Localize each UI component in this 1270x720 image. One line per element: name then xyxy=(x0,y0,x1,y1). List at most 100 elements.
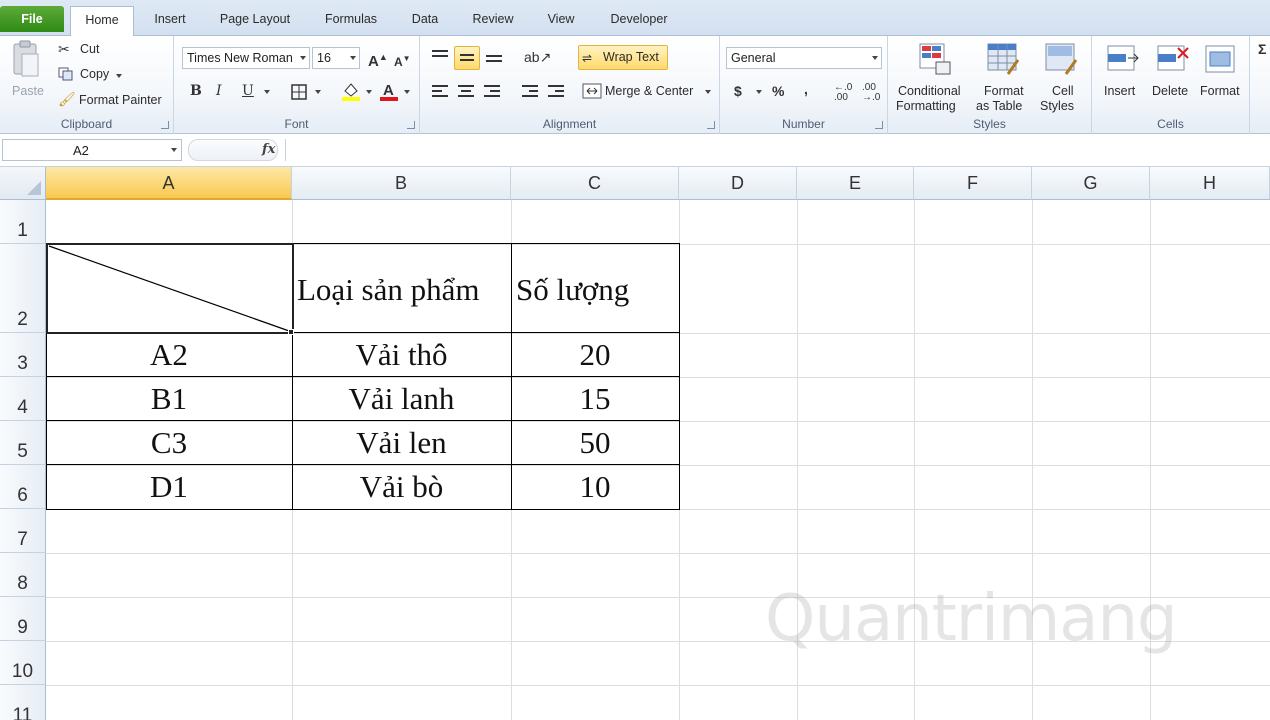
cell-c3[interactable]: 20 xyxy=(511,337,679,373)
column-header-a[interactable]: A xyxy=(46,167,292,200)
cell-a4[interactable]: B1 xyxy=(46,381,292,417)
cut-button[interactable]: ✂ Cut xyxy=(56,40,166,60)
format-as-table-button[interactable]: Format as Table xyxy=(974,40,1032,114)
cell-b2[interactable]: Loại sản phẩm xyxy=(297,272,480,308)
conditional-formatting-button[interactable]: Conditional Formatting xyxy=(894,40,972,114)
column-header-e[interactable]: E xyxy=(797,167,914,200)
column-header-b[interactable]: B xyxy=(292,167,511,200)
cell-a5[interactable]: C3 xyxy=(46,425,292,461)
number-launcher-icon[interactable] xyxy=(875,121,883,129)
tab-file[interactable]: File xyxy=(0,6,64,32)
font-color-dropdown-icon[interactable] xyxy=(404,90,410,94)
grow-font-icon[interactable]: A▲ xyxy=(368,50,388,69)
tab-view[interactable]: View xyxy=(536,6,586,34)
underline-icon[interactable]: U xyxy=(242,84,254,98)
align-middle-button[interactable] xyxy=(454,46,480,70)
tab-insert[interactable]: Insert xyxy=(142,6,198,34)
autosum-icon[interactable]: Σ xyxy=(1258,42,1266,56)
align-right-icon[interactable] xyxy=(484,85,500,100)
font-name-select[interactable]: Times New Roman xyxy=(182,47,310,69)
column-header-c[interactable]: C xyxy=(511,167,679,200)
increase-decimal-icon[interactable]: ←.0.00 xyxy=(834,83,852,103)
cell-c6[interactable]: 10 xyxy=(511,469,679,505)
italic-icon[interactable]: I xyxy=(216,84,222,98)
merge-center-button[interactable]: Merge & Center xyxy=(580,80,716,104)
name-box-dropdown-icon[interactable] xyxy=(171,148,177,152)
fill-color-icon[interactable] xyxy=(340,80,362,102)
align-left-icon[interactable] xyxy=(432,85,448,100)
font-size-select[interactable]: 16 xyxy=(312,47,360,69)
shrink-font-icon[interactable]: A▼ xyxy=(394,52,411,69)
bold-icon[interactable]: B xyxy=(190,84,202,98)
insert-function-icon[interactable]: fx xyxy=(262,142,275,157)
row-header-7[interactable]: 7 xyxy=(0,509,46,553)
tab-data[interactable]: Data xyxy=(400,6,450,34)
delete-cells-button[interactable]: Delete xyxy=(1148,40,1196,114)
copy-dropdown-icon[interactable] xyxy=(116,74,122,78)
cell-b3[interactable]: Vải thô xyxy=(292,337,511,373)
wrap-text-button[interactable]: ⇌ Wrap Text xyxy=(578,45,668,70)
insert-cells-button[interactable]: Insert xyxy=(1098,40,1144,114)
cell-styles-button[interactable]: Cell Styles xyxy=(1036,40,1088,114)
column-header-f[interactable]: F xyxy=(914,167,1032,200)
cell-c4[interactable]: 15 xyxy=(511,381,679,417)
copy-button[interactable]: Copy xyxy=(56,65,166,85)
cell-b6[interactable]: Vải bò xyxy=(292,469,511,505)
currency-icon[interactable]: $ xyxy=(734,84,742,98)
cell-b5[interactable]: Vải len xyxy=(292,425,511,461)
font-color-icon[interactable]: A xyxy=(378,80,400,102)
format-cells-button[interactable]: Format xyxy=(1196,40,1246,114)
orientation-icon[interactable]: ab↗ xyxy=(524,50,551,64)
fill-handle[interactable] xyxy=(288,329,294,335)
tab-home[interactable]: Home xyxy=(70,6,134,37)
number-format-select[interactable]: General xyxy=(726,47,882,69)
cell-c2[interactable]: Số lượng xyxy=(516,272,629,308)
paste-button[interactable]: Paste xyxy=(6,40,46,112)
cell-c5[interactable]: 50 xyxy=(511,425,679,461)
font-launcher-icon[interactable] xyxy=(407,121,415,129)
align-bottom-icon[interactable] xyxy=(486,55,502,65)
decrease-indent-icon[interactable] xyxy=(522,85,538,100)
cell-b4[interactable]: Vải lanh xyxy=(292,381,511,417)
cell-a3[interactable]: A2 xyxy=(46,337,292,373)
underline-dropdown-icon[interactable] xyxy=(264,90,270,94)
row-header-6[interactable]: 6 xyxy=(0,465,46,509)
borders-dropdown-icon[interactable] xyxy=(315,90,321,94)
row-header-2[interactable]: 2 xyxy=(0,244,46,333)
align-center-icon[interactable] xyxy=(458,85,474,100)
row-header-4[interactable]: 4 xyxy=(0,377,46,421)
column-header-h[interactable]: H xyxy=(1150,167,1270,200)
alignment-launcher-icon[interactable] xyxy=(707,121,715,129)
tab-review[interactable]: Review xyxy=(462,6,524,34)
row-header-9[interactable]: 9 xyxy=(0,597,46,641)
tab-formulas[interactable]: Formulas xyxy=(314,6,388,34)
decrease-decimal-icon[interactable]: .00 →.0 xyxy=(862,83,880,103)
row-header-10[interactable]: 10 xyxy=(0,641,46,685)
fill-color-dropdown-icon[interactable] xyxy=(366,90,372,94)
selected-cell-a2[interactable] xyxy=(46,243,294,334)
formula-input[interactable] xyxy=(285,139,1269,161)
format-painter-button[interactable]: 🖌 Format Painter xyxy=(56,90,172,110)
select-all-button[interactable] xyxy=(0,167,46,200)
increase-indent-icon[interactable] xyxy=(548,85,564,100)
comma-style-icon[interactable]: , xyxy=(804,82,808,96)
row-header-8[interactable]: 8 xyxy=(0,553,46,597)
merge-center-dropdown-icon xyxy=(705,90,711,94)
percent-icon[interactable]: % xyxy=(772,84,784,98)
row-header-5[interactable]: 5 xyxy=(0,421,46,465)
column-header-g[interactable]: G xyxy=(1032,167,1150,200)
row-header-3[interactable]: 3 xyxy=(0,333,46,377)
cell-a6[interactable]: D1 xyxy=(46,469,292,505)
clipboard-launcher-icon[interactable] xyxy=(161,121,169,129)
currency-dropdown-icon[interactable] xyxy=(756,90,762,94)
tab-page-layout[interactable]: Page Layout xyxy=(208,6,302,34)
align-top-icon[interactable] xyxy=(432,50,448,60)
borders-icon[interactable] xyxy=(290,83,308,101)
name-box[interactable]: A2 xyxy=(2,139,182,161)
tab-developer[interactable]: Developer xyxy=(598,6,680,34)
row-header-1[interactable]: 1 xyxy=(0,200,46,244)
format-as-table-icon xyxy=(987,43,1020,75)
column-header-d[interactable]: D xyxy=(679,167,797,200)
row-header-11[interactable]: 11 xyxy=(0,685,46,720)
worksheet-grid[interactable]: A B C D E F G H 1 2 3 4 5 6 7 8 9 10 11 … xyxy=(0,167,1270,720)
